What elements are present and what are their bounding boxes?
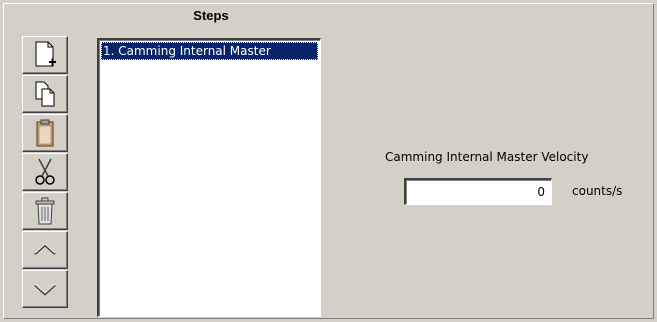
velocity-label: Camming Internal Master Velocity <box>385 150 589 164</box>
delete-step-button[interactable] <box>22 192 68 230</box>
move-up-icon <box>33 240 57 260</box>
paste-step-button[interactable] <box>22 114 68 152</box>
new-step-button[interactable] <box>22 36 68 74</box>
velocity-input[interactable] <box>404 178 552 205</box>
units-label: counts/s <box>572 184 623 198</box>
steps-list[interactable]: 1. Camming Internal Master <box>97 38 321 317</box>
move-up-button[interactable] <box>22 231 68 269</box>
copy-icon <box>33 80 57 108</box>
new-document-icon <box>33 41 57 69</box>
move-down-icon <box>33 279 57 299</box>
delete-icon <box>33 196 57 226</box>
cut-icon <box>33 157 57 187</box>
move-down-button[interactable] <box>22 270 68 308</box>
list-item[interactable]: 1. Camming Internal Master <box>101 42 318 60</box>
steps-header: Steps <box>193 8 229 23</box>
copy-step-button[interactable] <box>22 75 68 113</box>
cut-step-button[interactable] <box>22 153 68 191</box>
paste-icon <box>33 118 57 148</box>
